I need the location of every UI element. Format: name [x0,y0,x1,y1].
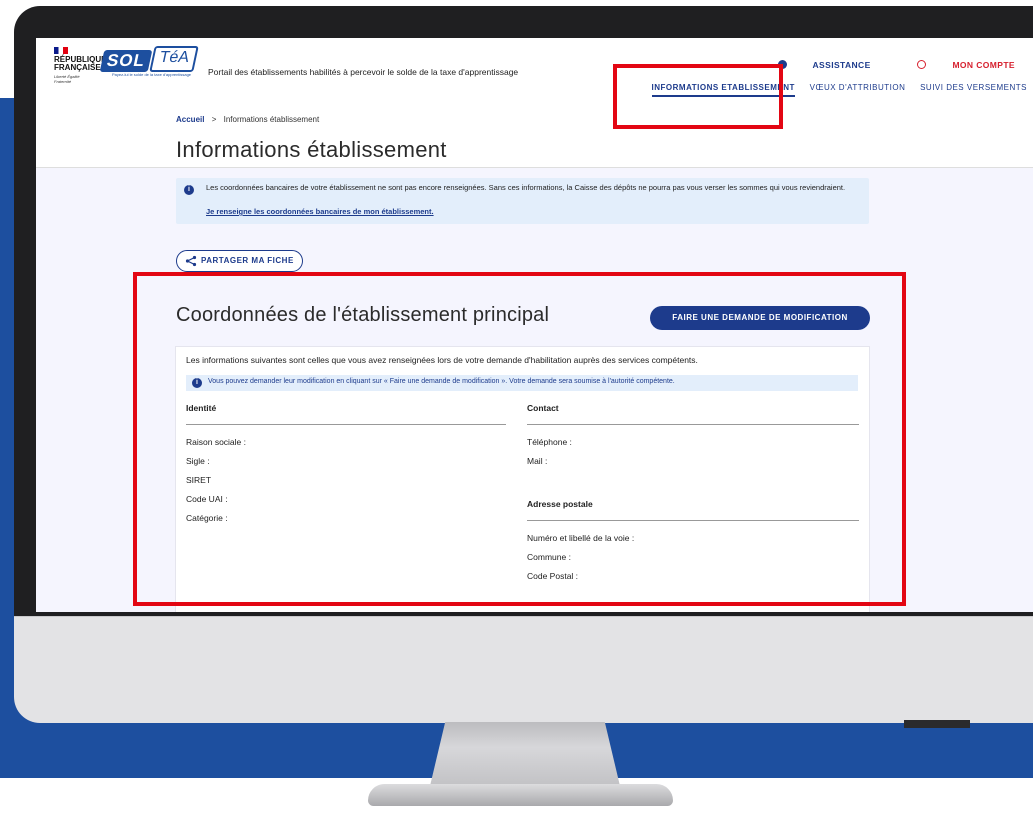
breadcrumb-home[interactable]: Accueil [176,115,204,124]
bank-details-alert: i Les coordonnées bancaires de votre éta… [176,178,869,224]
monitor-chin [14,616,1033,723]
highlight-establishment-card [133,272,906,606]
monitor-stand-neck [430,722,620,786]
monitor-stand-base [368,784,673,806]
account-link[interactable]: MON COMPTE [895,60,1015,70]
logo-sol: SOL [99,50,153,72]
logo-tagline: Payez-lui le solde de la taxe d'apprenti… [112,72,192,77]
site-header: RÉPUBLIQUE FRANÇAISE Liberté Égalité Fra… [36,38,1033,102]
share-icon [185,255,197,267]
republic-motto: Liberté Égalité Fraternité [54,74,80,84]
alert-text: Les coordonnées bancaires de votre établ… [206,183,846,192]
nav-item-voeux[interactable]: VŒUX D'ATTRIBUTION [810,83,906,92]
title-band: Accueil > Informations établissement Inf… [36,101,1033,168]
highlight-nav-informations [613,64,783,129]
bank-details-link[interactable]: Je renseigne les coordonnées bancaires d… [206,207,434,216]
breadcrumb-current: Informations établissement [223,115,320,124]
user-circle-icon [917,60,927,69]
breadcrumb: Accueil > Informations établissement [176,115,319,124]
page-title: Informations établissement [176,137,447,162]
portal-title: Portail des établissements habilités à p… [208,67,519,77]
nav-item-versements[interactable]: SUIVI DES VERSEMENTS [920,83,1027,92]
logo-tea: TéA [149,46,199,72]
info-icon: i [184,185,194,195]
marianne-flag-icon [54,47,68,54]
share-label: PARTAGER MA FICHE [201,256,294,265]
account-label: MON COMPTE [952,60,1015,70]
breadcrumb-separator: > [211,115,217,124]
share-button[interactable]: PARTAGER MA FICHE [176,250,303,272]
monitor-foot-detail [904,720,970,728]
assistance-label: ASSISTANCE [812,60,871,70]
soltea-logo[interactable]: SOL TéA Payez-lui le solde de la taxe d'… [99,46,199,77]
